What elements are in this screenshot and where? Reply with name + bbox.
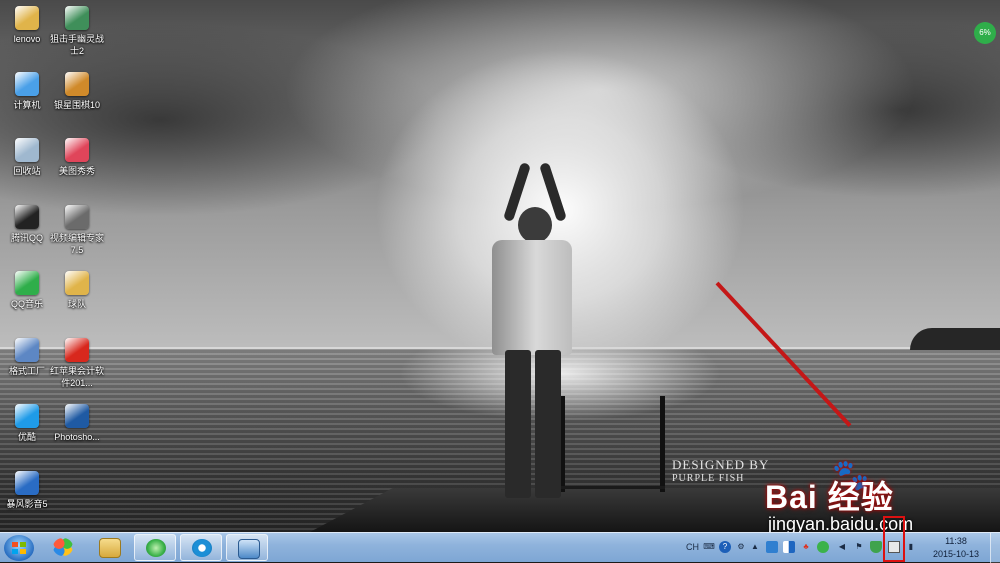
folder-icon <box>99 538 121 558</box>
keyboard-icon[interactable]: ⌨ <box>703 541 715 553</box>
remote-desktop-icon <box>238 539 260 559</box>
clock-time: 11:38 <box>945 536 967 546</box>
start-button[interactable] <box>4 535 34 561</box>
go-game-icon <box>65 72 89 96</box>
browser-360-icon <box>146 539 166 557</box>
desktop-icon[interactable]: 狙击手幽灵战士2 <box>46 6 108 57</box>
wallpaper-headland <box>910 328 1000 350</box>
clock[interactable]: 11:38 2015-10-13 <box>926 535 986 561</box>
computer-icon <box>15 72 39 96</box>
volume-icon[interactable]: ◀ <box>836 541 848 553</box>
network-signal-icon[interactable]: ▮ <box>905 541 917 553</box>
security-guard-icon[interactable] <box>817 541 829 553</box>
windows-update-icon[interactable] <box>783 541 795 553</box>
youku-icon <box>15 404 39 428</box>
desktop-icon[interactable]: 视频编辑专家 7.5 <box>46 205 108 256</box>
apps-icon <box>53 538 73 556</box>
desktop-icon[interactable]: Photosho... <box>46 404 108 443</box>
baidu-logo-text: Bai 经验 <box>765 479 894 515</box>
taskbar-browser-button[interactable] <box>134 534 176 561</box>
pier-rail <box>560 486 665 489</box>
desktop-icon-label: 狙击手幽灵战士2 <box>49 34 104 56</box>
qq-tray-icon[interactable]: ♣ <box>800 541 812 553</box>
desktop-icon[interactable]: 银星围棋10 <box>46 72 108 111</box>
taskbar-apps-button[interactable] <box>42 534 84 561</box>
red-apple-icon <box>65 338 89 362</box>
show-desktop-button[interactable] <box>990 533 1000 563</box>
highlight-box <box>883 516 905 562</box>
desktop[interactable]: DESIGNED BY PURPLE FISH lenovo 狙击手幽灵战士2 计算… <box>0 0 1000 532</box>
clock-date: 2015-10-13 <box>932 549 980 559</box>
folder-icon <box>65 271 89 295</box>
format-factory-icon <box>15 338 39 362</box>
shield-icon[interactable] <box>870 541 882 553</box>
flag-icon[interactable]: ⚑ <box>853 541 865 553</box>
desktop-icon-label: Photosho... <box>54 432 100 442</box>
desktop-icon[interactable]: 红苹果会计软件201... <box>46 338 108 389</box>
windows-logo-icon <box>12 542 26 554</box>
desktop-icon[interactable]: 美图秀秀 <box>46 138 108 177</box>
taskbar: CH ⌨ ? ⚙ ▲ ♣ ◀ ⚑ ▮ 11:38 2015-10-13 <box>0 532 1000 563</box>
storm-player-icon <box>15 471 39 495</box>
settings-icon[interactable]: ⚙ <box>735 541 747 553</box>
qq-penguin-icon <box>15 205 39 229</box>
desktop-icon-label: 银星围棋10 <box>53 100 100 110</box>
show-hidden-icons[interactable]: ▲ <box>749 541 761 553</box>
taskbar-remote-button[interactable] <box>226 534 268 561</box>
baidu-jingyan-watermark: 🐾 Bai 经验 jingyan.baidu.com <box>760 458 950 532</box>
desktop-icon-label: 视频编辑专家 7.5 <box>49 233 104 255</box>
network-app-icon[interactable] <box>766 541 778 553</box>
qq-music-icon <box>15 271 39 295</box>
desktop-icon[interactable]: 球队 <box>46 271 108 310</box>
game-icon <box>65 6 89 30</box>
taskbar-player-button[interactable] <box>180 534 222 561</box>
language-indicator[interactable]: CH <box>686 542 699 552</box>
desktop-icon-label: 球队 <box>67 299 86 309</box>
meitu-icon <box>65 138 89 162</box>
desktop-icon-label: 红苹果会计软件201... <box>49 366 104 388</box>
player-icon <box>192 539 212 557</box>
video-editor-icon <box>65 205 89 229</box>
desktop-icon-label: 美图秀秀 <box>58 166 95 176</box>
taskbar-explorer-button[interactable] <box>88 534 130 561</box>
speed-ball-badge[interactable]: 6% <box>974 22 996 44</box>
pier-post <box>660 396 665 492</box>
desktop-icon[interactable]: 暴风影音5 <box>0 471 58 510</box>
folder-icon <box>15 6 39 30</box>
help-icon[interactable]: ? <box>719 541 731 553</box>
desktop-icon-label: 暴风影音5 <box>6 499 48 509</box>
photoshop-icon <box>65 404 89 428</box>
recycle-bin-icon <box>15 138 39 162</box>
